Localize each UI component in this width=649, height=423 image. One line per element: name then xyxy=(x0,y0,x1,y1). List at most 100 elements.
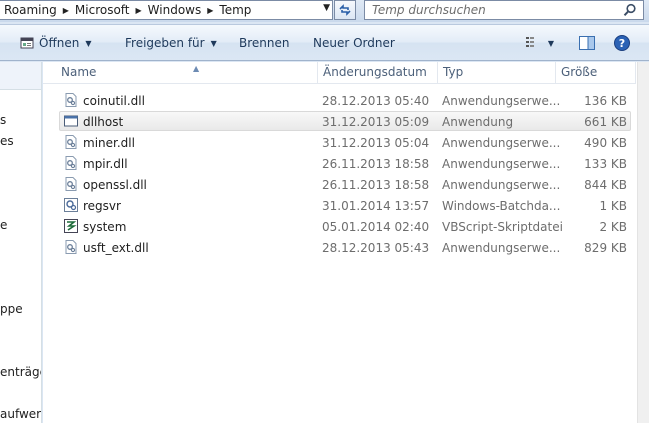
file-row[interactable]: coinutil.dll 28.12.2013 05:40 Anwendungser… xyxy=(59,90,631,110)
search-input[interactable] xyxy=(365,1,615,19)
file-size: 1 KB xyxy=(599,199,627,213)
refresh-icon xyxy=(339,4,351,16)
file-size: 2 KB xyxy=(599,220,627,234)
search-icon[interactable] xyxy=(623,3,637,17)
breadcrumb-temp[interactable]: Temp xyxy=(215,3,255,17)
breadcrumb-separator-icon[interactable]: ▶ xyxy=(134,6,144,15)
file-name: mpir.dll xyxy=(83,157,128,171)
file-size: 844 KB xyxy=(584,178,627,192)
column-header-type[interactable]: Typ xyxy=(438,62,556,84)
file-date: 31.12.2013 05:09 xyxy=(322,115,430,129)
new-folder-button[interactable]: Neuer Ordner xyxy=(313,34,395,52)
dll-icon xyxy=(64,135,78,149)
column-header-name[interactable]: Name ▲ xyxy=(56,62,318,84)
file-size: 661 KB xyxy=(584,115,627,129)
refresh-button[interactable] xyxy=(334,0,356,20)
file-type: Anwendungserwe... xyxy=(442,136,561,150)
help-button[interactable]: ? xyxy=(611,33,633,53)
burn-label: Brennen xyxy=(239,36,290,50)
file-date: 31.12.2013 05:04 xyxy=(322,136,430,150)
file-list: Name ▲ Änderungsdatum Typ Größe coinutil… xyxy=(43,62,649,423)
open-label: Öffnen xyxy=(39,36,80,50)
file-row[interactable]: mpir.dll 26.11.2013 18:58 Anwendungserwe..… xyxy=(59,153,631,173)
share-button[interactable]: Freigeben für ▼ xyxy=(125,34,217,52)
share-label: Freigeben für xyxy=(125,36,205,50)
column-header-row: Name ▲ Änderungsdatum Typ Größe xyxy=(43,62,636,84)
file-row[interactable]: system 05.01.2014 02:40 VBScript-Skriptdat… xyxy=(59,216,631,236)
file-row[interactable]: openssl.dll 26.11.2013 18:58 Anwendungserw… xyxy=(59,174,631,194)
exe-icon xyxy=(64,114,78,128)
column-header-name-label: Name xyxy=(61,65,97,79)
svg-text:?: ? xyxy=(619,37,625,50)
command-bar: Öffnen ▼ Freigeben für ▼ Brennen Neuer O… xyxy=(0,24,649,61)
dll-icon xyxy=(64,240,78,254)
file-name: coinutil.dll xyxy=(83,94,145,108)
file-date: 26.11.2013 18:58 xyxy=(322,157,430,171)
nav-item[interactable]: aufwerk xyxy=(0,407,41,421)
file-type: Anwendungserwe... xyxy=(442,157,561,171)
preview-pane-icon xyxy=(579,36,595,50)
file-type: Anwendungserwe... xyxy=(442,94,561,108)
file-name: dllhost xyxy=(83,115,124,129)
column-header-size[interactable]: Größe xyxy=(556,62,636,84)
file-row[interactable]: dllhost 31.12.2013 05:09 Anwendung 661 KB xyxy=(59,111,631,131)
dll-icon xyxy=(64,93,78,107)
search-box[interactable] xyxy=(364,0,644,20)
nav-item[interactable]: ppe xyxy=(0,302,23,316)
breadcrumb-separator-icon[interactable]: ▶ xyxy=(61,6,71,15)
open-button[interactable]: Öffnen ▼ xyxy=(20,34,91,52)
file-date: 28.12.2013 05:43 xyxy=(322,241,430,255)
sort-ascending-icon: ▲ xyxy=(193,64,200,73)
file-size: 490 KB xyxy=(584,136,627,150)
address-row: Roaming ▶ Microsoft ▶ Windows ▶ Temp ▼ xyxy=(0,0,649,22)
dll-icon xyxy=(64,177,78,191)
chevron-down-icon: ▼ xyxy=(210,38,217,48)
breadcrumb-roaming[interactable]: Roaming xyxy=(0,3,61,17)
nav-item[interactable]: e xyxy=(0,218,7,232)
navigation-pane: s es e ppe enträge aufwerk xyxy=(0,62,42,423)
file-type: Windows-Batchda... xyxy=(442,199,561,213)
nav-item[interactable]: es xyxy=(0,134,14,148)
file-row[interactable]: usft_ext.dll 28.12.2013 05:43 Anwendungser… xyxy=(59,237,631,257)
file-size: 136 KB xyxy=(584,94,627,108)
help-icon: ? xyxy=(614,35,630,51)
file-type: Anwendung xyxy=(442,115,514,129)
address-bar[interactable]: Roaming ▶ Microsoft ▶ Windows ▶ Temp ▼ xyxy=(0,0,333,20)
column-header-date[interactable]: Änderungsdatum xyxy=(318,62,438,84)
file-type: VBScript-Skriptdatei xyxy=(442,220,563,234)
nav-item[interactable]: s xyxy=(0,113,6,127)
column-header-date-label: Änderungsdatum xyxy=(323,65,427,79)
breadcrumb-windows[interactable]: Windows xyxy=(144,3,206,17)
file-name: miner.dll xyxy=(83,136,135,150)
file-name: regsvr xyxy=(83,199,121,213)
burn-button[interactable]: Brennen xyxy=(239,34,289,52)
breadcrumb-separator-icon[interactable]: ▶ xyxy=(205,6,215,15)
chevron-down-icon: ▼ xyxy=(85,38,92,48)
file-name: openssl.dll xyxy=(83,178,147,192)
dll-icon xyxy=(64,156,78,170)
vbscript-icon xyxy=(64,219,78,233)
nav-item[interactable]: enträge xyxy=(0,365,41,379)
file-type: Anwendungserwe... xyxy=(442,241,561,255)
file-date: 26.11.2013 18:58 xyxy=(322,178,430,192)
view-options-button[interactable]: ▼ xyxy=(520,33,560,53)
vertical-scrollbar[interactable] xyxy=(637,62,649,423)
file-type: Anwendungserwe... xyxy=(442,178,561,192)
file-row[interactable]: miner.dll 31.12.2013 05:04 Anwendungserwe.… xyxy=(59,132,631,152)
file-name: usft_ext.dll xyxy=(83,241,149,255)
chevron-down-icon: ▼ xyxy=(547,38,555,48)
view-list-icon xyxy=(525,37,534,47)
batch-icon xyxy=(64,198,78,212)
open-icon xyxy=(20,37,34,49)
preview-pane-button[interactable] xyxy=(576,33,598,53)
new-folder-label: Neuer Ordner xyxy=(313,36,395,50)
file-date: 05.01.2014 02:40 xyxy=(322,220,430,234)
column-header-size-label: Größe xyxy=(561,65,598,79)
file-date: 28.12.2013 05:40 xyxy=(322,94,430,108)
file-row[interactable]: regsvr 31.01.2014 13:57 Windows-Batchda...… xyxy=(59,195,631,215)
address-dropdown-icon[interactable]: ▼ xyxy=(323,3,330,13)
file-size: 829 KB xyxy=(584,241,627,255)
breadcrumb-microsoft[interactable]: Microsoft xyxy=(71,3,134,17)
file-size: 133 KB xyxy=(584,157,627,171)
column-header-type-label: Typ xyxy=(443,65,464,79)
